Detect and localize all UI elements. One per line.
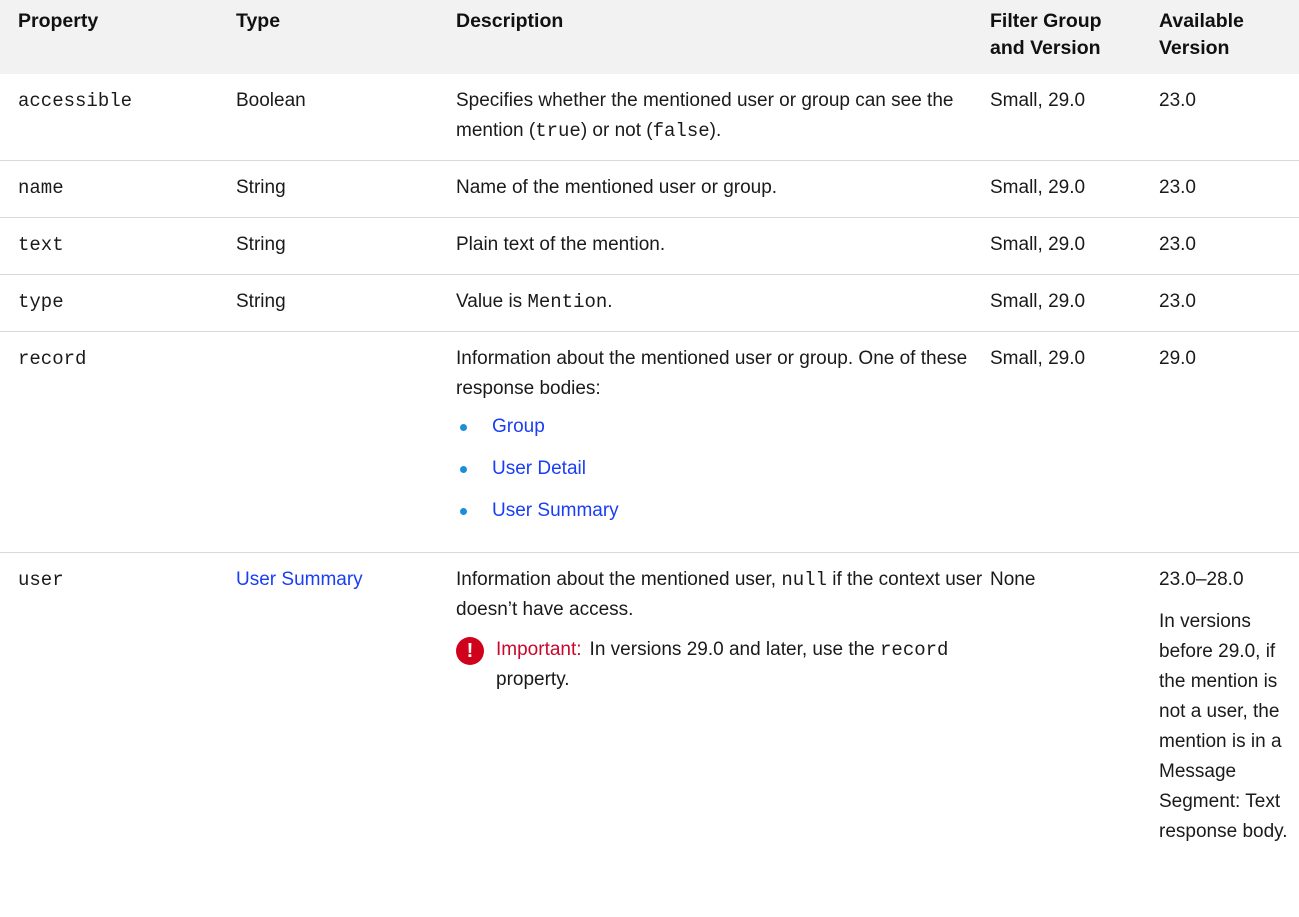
header-available-version: Available Version [1153, 0, 1299, 74]
filter-cell: Small, 29.0 [986, 74, 1153, 161]
description-cell: Information about the mentioned user or … [438, 331, 986, 553]
description-text: . [607, 291, 613, 312]
property-cell: text [0, 217, 218, 275]
description-fragment: Information about the mentioned user, [456, 569, 782, 590]
type-cell: String [218, 217, 438, 275]
description-text: ) or not ( [580, 120, 653, 141]
properties-table: Property Type Description Filter Group an… [0, 0, 1299, 861]
version-cell: 23.0–28.0 In versions before 29.0, if th… [1153, 553, 1299, 862]
header-description: Description [438, 0, 986, 74]
description-cell: Value is Mention. [438, 274, 986, 332]
link-user-summary-type[interactable]: User Summary [236, 569, 363, 590]
header-available-line2: Version [1159, 37, 1230, 59]
property-cell: name [0, 160, 218, 218]
important-fragment: property. [496, 669, 570, 690]
description-cell: Specifies whether the mentioned user or … [438, 74, 986, 161]
filter-cell: Small, 29.0 [986, 331, 1153, 553]
header-type: Type [218, 0, 438, 74]
header-row: Property Type Description Filter Group an… [0, 0, 1299, 74]
important-label: Important: [496, 639, 582, 660]
list-item: Group [456, 412, 986, 442]
filter-cell: Small, 29.0 [986, 217, 1153, 275]
property-cell: type [0, 274, 218, 332]
version-range: 23.0–28.0 [1159, 569, 1244, 590]
type-cell: String [218, 274, 438, 332]
code-null: null [781, 569, 827, 591]
header-filter-line1: Filter Group [990, 10, 1102, 32]
link-user-summary[interactable]: User Summary [492, 500, 619, 521]
code-mention: Mention [527, 291, 608, 313]
version-cell: 23.0 [1153, 274, 1299, 332]
response-body-list: Group User Detail User Summary [456, 412, 986, 526]
description-text: Information about the mentioned user, nu… [456, 565, 986, 625]
exclamation-icon: ! [456, 637, 484, 665]
table-row-type: type String Value is Mention. Small, 29.… [0, 274, 1299, 332]
description-text: ). [709, 120, 722, 141]
type-cell: String [218, 160, 438, 218]
type-cell: User Summary [218, 553, 438, 862]
header-filter-line2: and Version [990, 37, 1101, 59]
description-text: Information about the mentioned user or … [456, 348, 968, 399]
list-item: User Summary [456, 496, 986, 526]
property-cell: accessible [0, 74, 218, 161]
important-fragment: In versions 29.0 and later, use the [589, 639, 881, 660]
version-cell: 23.0 [1153, 74, 1299, 161]
important-text: Important: In versions 29.0 and later, us… [496, 635, 986, 695]
link-group[interactable]: Group [492, 416, 545, 437]
code-false: false [652, 120, 710, 142]
version-cell: 29.0 [1153, 331, 1299, 553]
version-cell: 23.0 [1153, 160, 1299, 218]
version-note: In versions before 29.0, if the mention … [1159, 611, 1288, 842]
type-cell: Boolean [218, 74, 438, 161]
property-cell: record [0, 331, 218, 553]
table-row-text: text String Plain text of the mention. S… [0, 217, 1299, 275]
filter-cell: Small, 29.0 [986, 160, 1153, 218]
header-available-line1: Available [1159, 10, 1244, 32]
header-filter-group: Filter Group and Version [986, 0, 1153, 74]
description-cell: Information about the mentioned user, nu… [438, 553, 986, 862]
description-cell: Name of the mentioned user or group. [438, 160, 986, 218]
table-row-name: name String Name of the mentioned user o… [0, 160, 1299, 218]
table-row-user: user User Summary Information about the … [0, 553, 1299, 862]
version-cell: 23.0 [1153, 217, 1299, 275]
table-row-record: record Information about the mentioned u… [0, 331, 1299, 553]
description-text: Value is [456, 291, 528, 312]
description-cell: Plain text of the mention. [438, 217, 986, 275]
property-cell: user [18, 569, 64, 591]
header-property: Property [0, 0, 218, 74]
code-record: record [880, 639, 949, 661]
table-row-accessible: accessible Boolean Specifies whether the… [0, 74, 1299, 161]
filter-cell: None [990, 569, 1036, 590]
list-item: User Detail [456, 454, 986, 484]
type-cell [218, 331, 438, 553]
code-true: true [535, 120, 581, 142]
filter-cell: Small, 29.0 [986, 274, 1153, 332]
link-user-detail[interactable]: User Detail [492, 458, 586, 479]
important-note: ! Important: In versions 29.0 and later, … [456, 635, 986, 695]
